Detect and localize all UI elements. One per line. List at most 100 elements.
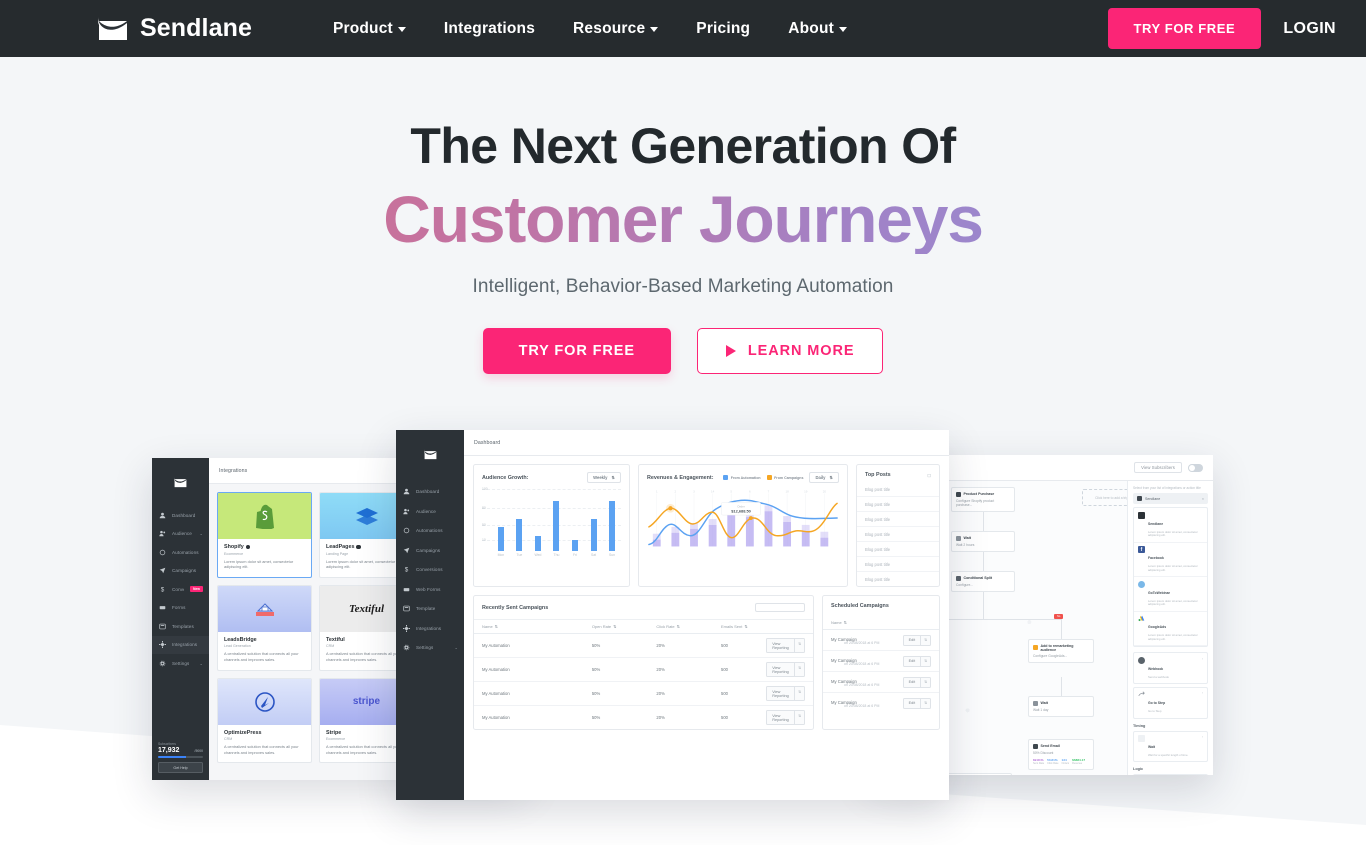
table-row[interactable]: My Automation 50% 20% 500 View Reporting… (474, 658, 813, 682)
close-icon[interactable]: ☐ (927, 473, 931, 478)
list-item[interactable]: Blog post title (857, 482, 939, 497)
sidebar-item-dashboard[interactable]: Dashboard (152, 506, 209, 525)
column-header-open-rate[interactable]: Open Rate ⇅ (592, 624, 657, 629)
cell-click-rate: 20% (656, 666, 665, 672)
sidebar-item-settings[interactable]: Settings ⌄ (152, 654, 209, 673)
sidebar-item-audience[interactable]: Audience ⌄ (152, 525, 209, 544)
list-item[interactable]: Blog post title (857, 542, 939, 557)
search-input[interactable] (755, 603, 805, 612)
integration-info: OptimizePress CRM A centralized solution… (218, 725, 311, 763)
node-subtitle: Wait 1 day (1033, 708, 1049, 712)
sidebar-item-templates[interactable]: Templates (152, 617, 209, 636)
list-item[interactable]: My Campaign on 20/08/2018 at 6 PM Edit ⇅ (823, 651, 939, 672)
node-wait-1[interactable]: Wait Wait 2 hours (951, 531, 1015, 552)
view-reporting-button[interactable]: View Reporting ⇅ (766, 710, 805, 725)
panel-item-googleads[interactable]: GoogleAds Lorem ipsum dolor sit amet, co… (1134, 612, 1207, 647)
sidebar-item-campaigns[interactable]: Campaigns (396, 541, 464, 561)
sidebar-item-conversions[interactable]: $ Conversions New (152, 580, 209, 599)
node-add-remarketing[interactable]: Add to remarketing audience Configure Go… (1028, 639, 1094, 663)
list-item[interactable]: Blog post title (857, 497, 939, 512)
range-select-weekly[interactable]: Weekly ⇅ (587, 472, 621, 483)
range-select-daily[interactable]: Daily ⇅ (809, 472, 839, 483)
bar-column (531, 489, 545, 551)
envelope-icon (423, 447, 438, 459)
node-send-email-2[interactable]: Send Email 50% Discount 82.81% Sent Rate… (1028, 739, 1094, 770)
login-link[interactable]: LOGIN (1283, 20, 1336, 38)
dashboard-sidebar: Dashboard Audience Automations Campaigns… (396, 430, 464, 800)
node-wait-3[interactable]: Wait Wait 1 day (1028, 696, 1094, 717)
sidebar-item-automations[interactable]: Automations (152, 543, 209, 562)
list-item[interactable]: My Campaign on 20/08/2018 at 6 PM Edit ⇅ (823, 630, 939, 651)
sidebar-item-campaigns[interactable]: Campaigns (152, 562, 209, 581)
panel-item-facebook[interactable]: f Facebook Lorem ipsum dolor sit amet, c… (1134, 543, 1207, 578)
bar-column (513, 489, 527, 551)
sidebar-item-forms[interactable]: Forms (152, 599, 209, 618)
panel-header: Revenues & Engagement: From Automation F… (639, 465, 847, 487)
node-send-email-3[interactable]: Send Email 50% Discount (946, 773, 1012, 775)
page-title: Dashboard (474, 439, 501, 446)
nav-item-product[interactable]: Product (333, 20, 406, 38)
add-trigger-placeholder[interactable]: Click here to add a trigger (1082, 489, 1127, 506)
node-conditional-split-1[interactable]: Conditional Split Configure... (951, 571, 1015, 592)
svg-text:$: $ (160, 586, 164, 592)
integration-card[interactable]: Shopify Ecommerce Lorem ipsum dolor sit … (217, 492, 312, 578)
nav-item-pricing[interactable]: Pricing (696, 20, 750, 38)
get-help-button[interactable]: Get Help (158, 762, 203, 773)
table-row[interactable]: My Automation 50% 20% 500 View Reporting… (474, 706, 813, 729)
view-reporting-button[interactable]: View Reporting ⇅ (766, 662, 805, 677)
chevron-down-icon (650, 27, 659, 32)
column-header-name[interactable]: Name ⇅ (482, 624, 592, 629)
list-item[interactable]: My Campaign on 20/08/2018 at 6 PM Edit ⇅ (823, 672, 939, 693)
column-header-emails-sent[interactable]: Emails Sent ⇅ (721, 624, 766, 629)
nav-item-about[interactable]: About (788, 20, 847, 38)
logo[interactable]: Sendlane (96, 14, 252, 43)
hero-try-for-free-button[interactable]: TRY FOR FREE (482, 327, 671, 374)
svg-text:2: 2 (675, 490, 677, 494)
panel-item-wait[interactable]: Wait Wait for a specific length of time.… (1133, 730, 1208, 763)
panel-header: Scheduled Campaigns (823, 596, 939, 616)
view-reporting-button[interactable]: View Reporting ⇅ (766, 686, 805, 701)
list-item[interactable]: Blog post title (857, 557, 939, 572)
view-subscribers-toggle[interactable] (1188, 463, 1203, 472)
node-product-purchase[interactable]: Product Purchase Configure Shopify produ… (951, 487, 1015, 512)
panel-item-goto-step[interactable]: Go to Step Go to Step › (1133, 686, 1208, 719)
list-item[interactable]: Blog post title (857, 572, 939, 586)
sidebar-item-template[interactable]: Template (396, 599, 464, 619)
edit-button[interactable]: Edit ⇅ (902, 697, 931, 709)
sidebar-item-audience[interactable]: Audience (396, 502, 464, 522)
sidebar-item-automations[interactable]: Automations (396, 521, 464, 541)
nav-item-resource[interactable]: Resource (573, 20, 659, 38)
integration-card[interactable]: LeadsBridge Lead Generation A centralize… (217, 584, 312, 671)
column-header-click-rate[interactable]: Click Rate ⇅ (656, 624, 721, 629)
panel-item-sendlane[interactable]: Sendlane Lorem ipsum dolor sit amet, con… (1134, 508, 1207, 543)
hero-learn-more-button[interactable]: LEARN MORE (696, 327, 884, 374)
try-for-free-button[interactable]: TRY FOR FREE (1107, 8, 1262, 49)
edit-button[interactable]: Edit ⇅ (902, 655, 931, 667)
nav-item-integrations[interactable]: Integrations (444, 20, 535, 38)
panel-item-conditional-split[interactable]: Conditional Split Split the contacts in … (1133, 774, 1208, 775)
x-tick: Mon (497, 553, 505, 557)
sidebar-item-integrations[interactable]: Integrations (152, 635, 209, 654)
list-item[interactable]: Blog post title (857, 527, 939, 542)
view-reporting-button[interactable]: View Reporting ⇅ (766, 638, 805, 653)
close-icon[interactable]: × (1202, 497, 1204, 501)
integration-select[interactable]: Sendlane × (1133, 493, 1208, 504)
sidebar-item-settings[interactable]: Settings ⌄ (396, 638, 464, 658)
edit-button[interactable]: Edit ⇅ (902, 676, 931, 688)
placeholder-label: Click here to add a trigger (1095, 495, 1127, 500)
view-subscribers-button[interactable]: View Subscribers (1134, 462, 1182, 473)
integration-card[interactable]: OptimizePress CRM A centralized solution… (217, 677, 312, 764)
stat: 50.81% Click Rate (1047, 758, 1058, 765)
sidebar-item-dashboard[interactable]: Dashboard (396, 482, 464, 502)
panel-item-webhook[interactable]: Webhook Send a webhook › (1133, 652, 1208, 684)
sidebar-item-integrations[interactable]: Integrations (396, 619, 464, 639)
sidebar-item-web-forms[interactable]: Web Forms (396, 580, 464, 600)
sidebar-item-conversions[interactable]: $ Conversions (396, 560, 464, 580)
panel-item-gotowebinar[interactable]: GoToWebinar Lorem ipsum dolor sit amet, … (1134, 577, 1207, 612)
list-item[interactable]: My Campaign on 20/08/2018 at 6 PM Edit ⇅ (823, 693, 939, 713)
table-row[interactable]: My Automation 50% 20% 500 View Reporting… (474, 682, 813, 706)
table-row[interactable]: My Automation 50% 20% 500 View Reporting… (474, 634, 813, 658)
list-item[interactable]: Blog post title (857, 512, 939, 527)
column-header-name[interactable]: Name ⇅ (831, 620, 847, 625)
edit-button[interactable]: Edit ⇅ (902, 634, 931, 646)
